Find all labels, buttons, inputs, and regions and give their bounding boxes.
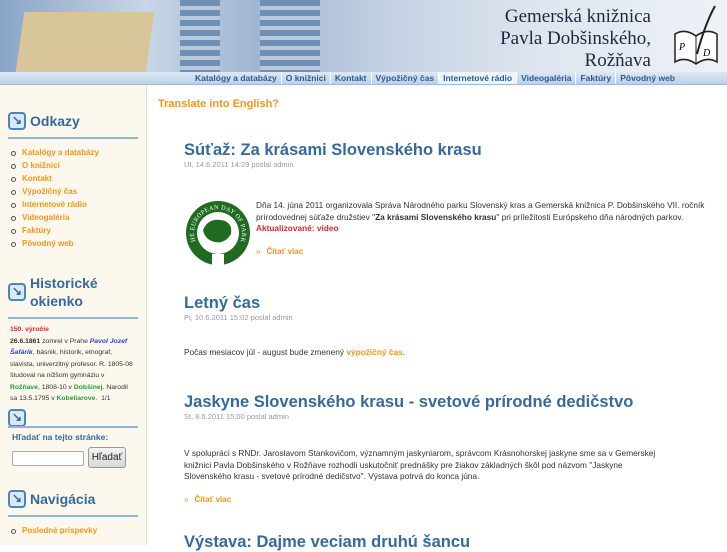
block-title: Historické okienko: [30, 274, 98, 310]
anniversary-label: 150. výročie: [10, 326, 49, 333]
pager[interactable]: 1/1: [101, 395, 110, 402]
divider: [8, 515, 138, 517]
svg-text:D: D: [702, 48, 711, 59]
body-link[interactable]: výpožičný čas: [346, 347, 402, 357]
translate-link[interactable]: Translate into English?: [158, 98, 279, 110]
block-heading-odkazy: ↘ Odkazy: [8, 112, 80, 130]
historical-text: 150. výročie 26.6.1861 zomrel v Prahe Pa…: [10, 324, 136, 405]
read-more[interactable]: » Čítať viac: [184, 495, 724, 504]
title-line: Rožňava: [584, 50, 651, 71]
read-more-label: Čítať viac: [194, 494, 232, 504]
site-header: Gemerská knižnica Pavla Dobšinského, Rož…: [0, 0, 727, 72]
post: Letný čas Pi, 10.6.2011 15:02 poslal adm…: [184, 293, 724, 359]
divider: [8, 137, 138, 139]
nav-vypozicny-cas[interactable]: Výpožičný čas: [370, 72, 439, 84]
nav-kontakt[interactable]: Kontakt: [329, 72, 371, 84]
post-meta: Pi, 10.6.2011 15:02 poslal admin: [184, 313, 293, 322]
odkazy-list: Katalógy a databázy O knižnici Kontakt V…: [10, 146, 99, 250]
title-part: okienko: [30, 293, 83, 309]
place-link[interactable]: Dobšinej: [74, 384, 103, 391]
sidebar-link[interactable]: Videogaléria: [10, 211, 99, 224]
text-bold: Za krásami Slovenského krasu: [375, 211, 497, 222]
svg-text:P: P: [678, 42, 685, 53]
block-title: Navigácia: [30, 491, 96, 507]
post-meta: St, 8.6.2011 15:00 poslal admin: [184, 412, 289, 421]
nav-faktury[interactable]: Faktúry: [575, 72, 615, 84]
post-title[interactable]: Súťaž: Za krásami Slovenského krasu: [184, 140, 724, 160]
post-title[interactable]: Výstava: Dajme veciam druhú šancu: [184, 532, 724, 552]
sidebar-link[interactable]: Pôvodný web: [10, 237, 99, 250]
post: Výstava: Dajme veciam druhú šancu: [184, 532, 724, 552]
post-body: Počas mesiacov júl - august bude zmenený…: [184, 347, 724, 359]
sidebar-link[interactable]: Katalógy a databázy: [10, 146, 99, 159]
post-body: Dňa 14. júna 2011 organizovala Správa Ná…: [256, 200, 724, 257]
post-body-wrap: THE EUROPEAN DAY OF PARKS Dňa 14. júna 2…: [183, 200, 724, 280]
sidebar-link[interactable]: Faktúry: [10, 224, 99, 237]
bullet-icon: »: [184, 494, 189, 504]
european-day-of-parks-logo-icon: THE EUROPEAN DAY OF PARKS: [183, 200, 250, 268]
read-more-label: Čítať viac: [266, 246, 304, 256]
search-label: Hľadať na tejto stránke:: [12, 432, 109, 442]
title-line: Pavla Dobšinského,: [500, 28, 651, 49]
book-quill-logo-icon: P D: [674, 5, 718, 65]
post-meta: Ut, 14.6.2011 14:29 poslal admin: [184, 160, 294, 169]
post: Jaskyne Slovenského krasu - svetové prír…: [184, 392, 724, 504]
update-link[interactable]: Aktualizované: video: [256, 223, 724, 235]
navigacia-list: Posledné príspevky: [10, 524, 97, 537]
nav-internetove-radio[interactable]: Internetové rádio: [438, 72, 517, 84]
block-heading-historicke: ↘ Historické okienko: [8, 274, 98, 310]
text: .: [95, 395, 98, 402]
sidebar-link[interactable]: Posledné príspevky: [10, 524, 97, 537]
place-link[interactable]: Rožňave: [10, 384, 38, 391]
post: Súťaž: Za krásami Slovenského krasu Ut, …: [183, 140, 724, 280]
text: , 1808-10 v: [37, 383, 74, 391]
text: Počas mesiacov júl - august bude zmenený: [184, 347, 347, 357]
nav-o-kniznici[interactable]: O knižnici: [280, 72, 330, 84]
sidebar-link[interactable]: Kontakt: [10, 172, 99, 185]
block-heading-navigacia: ↘ Navigácia: [8, 490, 95, 508]
main-content: Translate into English? Súťaž: Za krásam…: [148, 86, 727, 551]
nav-povodny-web[interactable]: Pôvodný web: [615, 72, 679, 84]
search-button[interactable]: Hľadať: [88, 447, 126, 468]
title-part: Historické: [30, 275, 98, 291]
bullet-icon: »: [256, 246, 261, 256]
read-more[interactable]: » Čítať viac: [256, 246, 724, 258]
arrow-down-right-icon: ↘: [8, 283, 26, 301]
nav-katalogy[interactable]: Katalógy a databázy: [191, 72, 281, 84]
arrow-down-right-icon: ↘: [8, 409, 26, 427]
sidebar-link[interactable]: Internetové rádio: [10, 198, 99, 211]
site-title[interactable]: Gemerská knižnica Pavla Dobšinského, Rož…: [500, 6, 651, 72]
header-photo-building: [15, 12, 155, 72]
divider: [8, 426, 138, 428]
block-heading-search: ↘: [8, 409, 26, 427]
sidebar-link[interactable]: O knižnici: [10, 159, 99, 172]
post-title[interactable]: Jaskyne Slovenského krasu - svetové prír…: [184, 392, 724, 412]
post-title[interactable]: Letný čas: [184, 293, 724, 313]
sidebar-link[interactable]: Výpožičný čas: [10, 185, 99, 198]
divider: [8, 317, 138, 319]
text: " pri príležitosti Európskeho dňa národn…: [496, 211, 684, 222]
post-body: V spolupráci s RNDr. Jaroslavom Stankovi…: [184, 448, 656, 481]
text: zomrel v Prahe: [40, 337, 90, 345]
date: 26.6.1861: [10, 337, 41, 345]
arrow-down-right-icon: ↘: [8, 112, 26, 130]
sidebar: ↘ Odkazy Katalógy a databázy O knižnici K…: [0, 86, 147, 545]
place-link[interactable]: Kobeliarove: [56, 395, 95, 402]
title-line: Gemerská knižnica: [504, 6, 651, 27]
search-input[interactable]: [12, 451, 84, 466]
header-photo-shelf: [180, 0, 220, 72]
header-photo-shelf: [260, 0, 320, 72]
block-title: Odkazy: [30, 113, 80, 129]
nav-videogaleria[interactable]: Videogaléria: [516, 72, 575, 84]
text: .: [402, 347, 405, 357]
top-nav: Katalógy a databázy O knižnici Kontakt V…: [0, 72, 727, 85]
arrow-down-right-icon: ↘: [8, 490, 26, 508]
